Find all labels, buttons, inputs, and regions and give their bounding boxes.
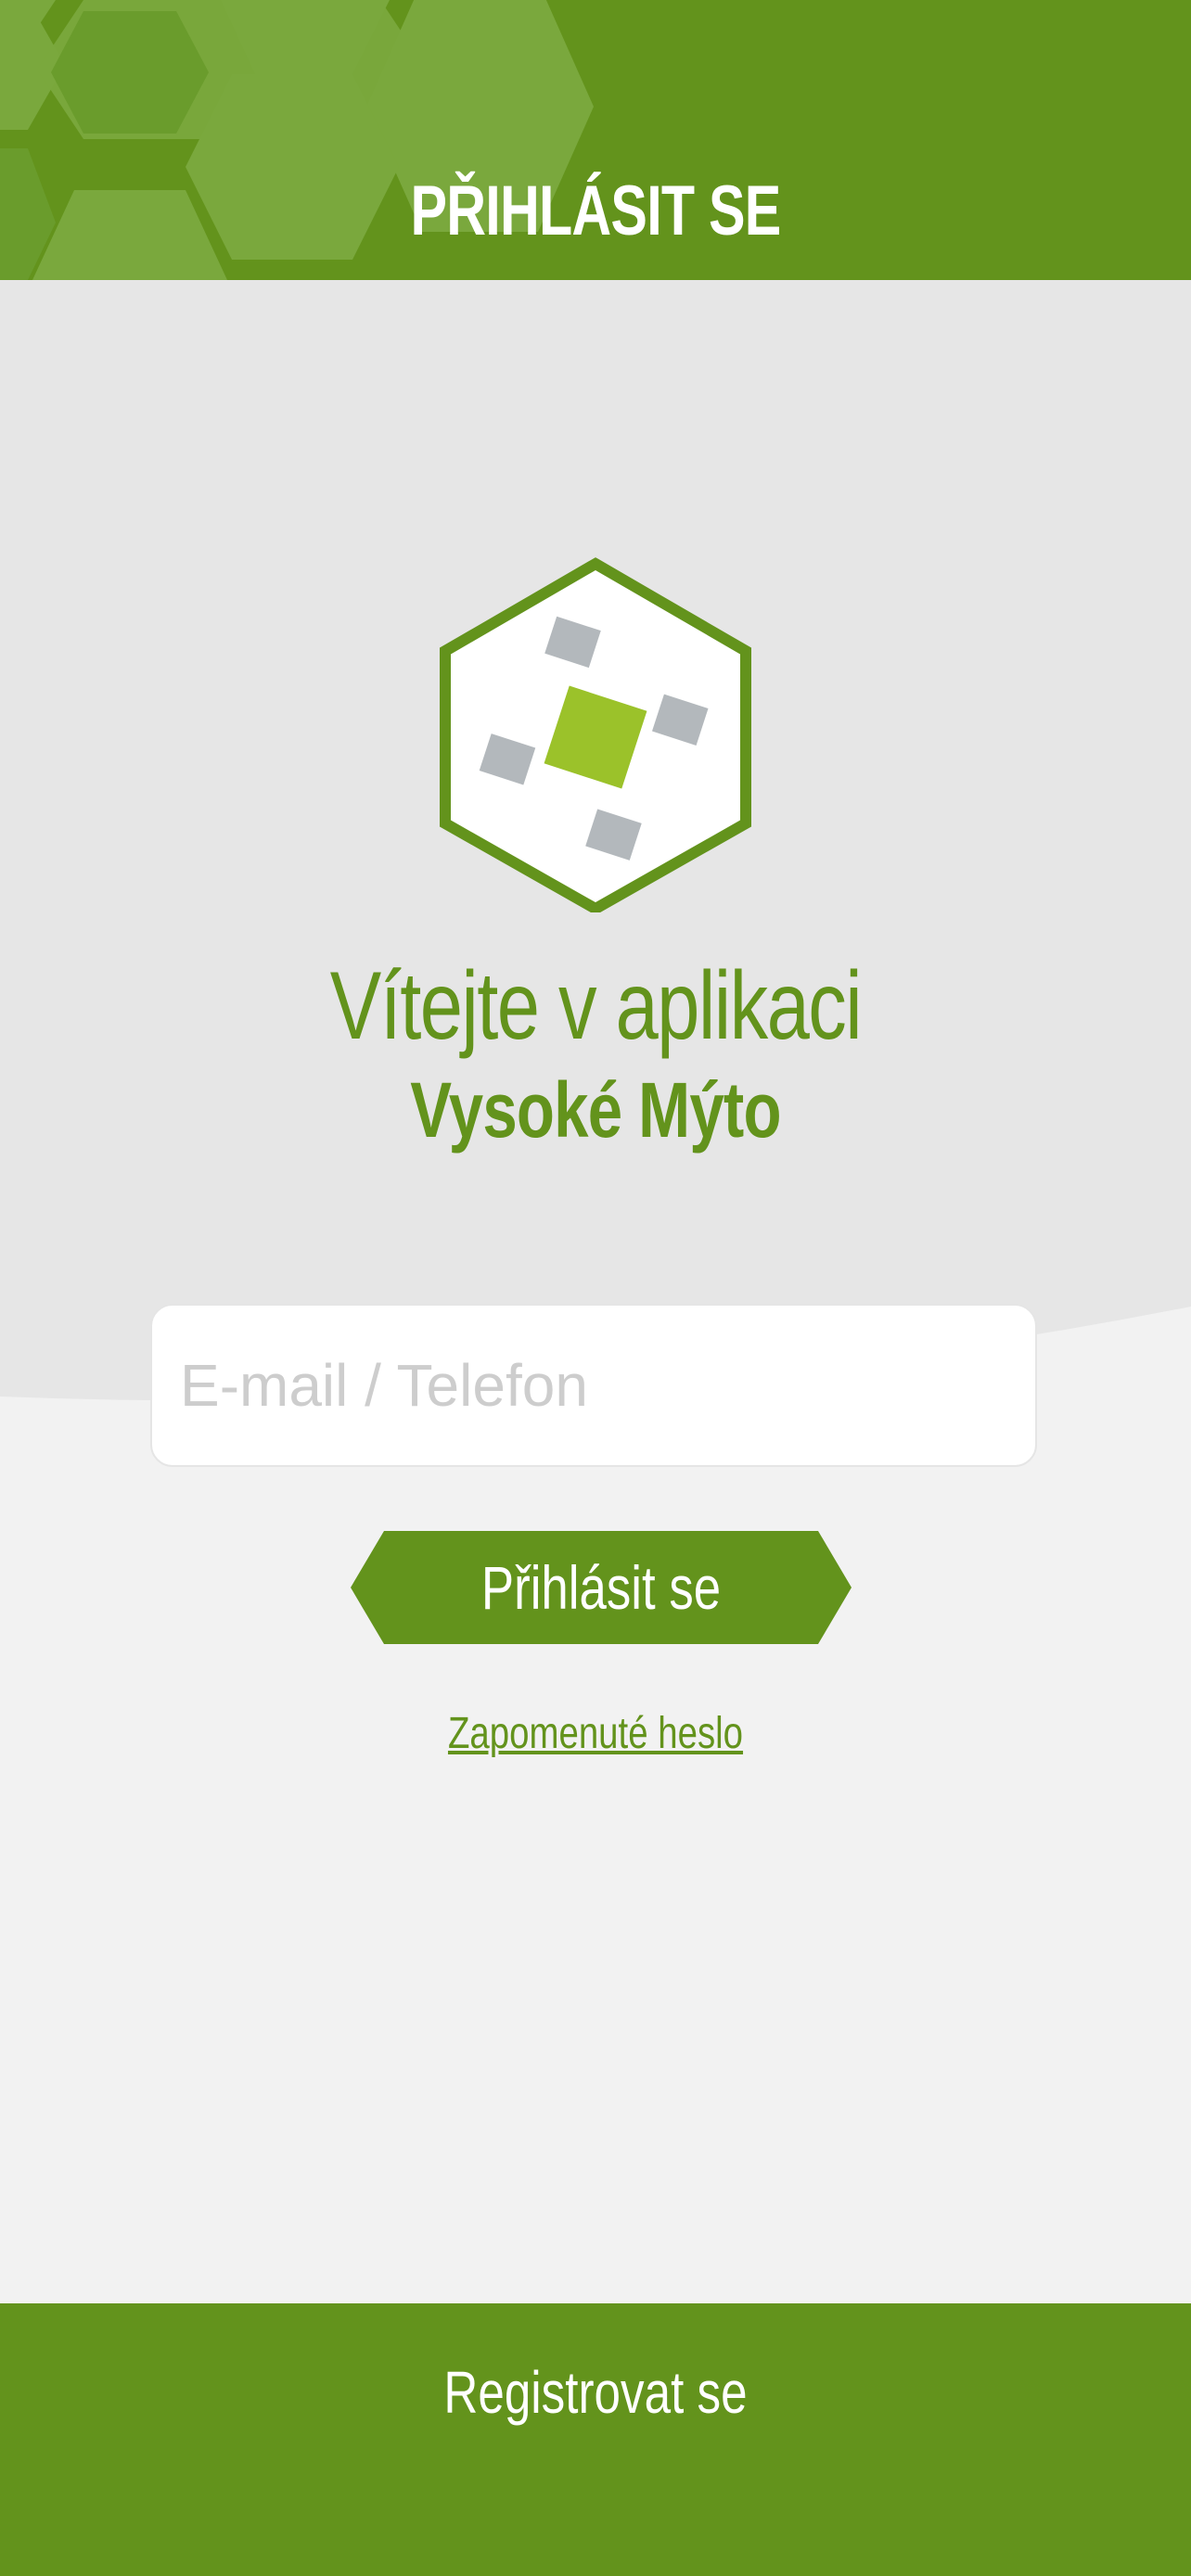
email-phone-input[interactable] xyxy=(150,1304,1037,1467)
login-button[interactable]: Přihlásit se xyxy=(351,1531,852,1644)
page-title: PŘIHLÁSIT SE xyxy=(410,172,781,250)
welcome-heading: Vítejte v aplikaci xyxy=(329,952,863,1060)
app-name: Vysoké Mýto xyxy=(410,1066,781,1154)
register-button[interactable]: Registrovat se xyxy=(317,2341,874,2443)
hexagon-drone-logo-icon xyxy=(440,557,751,912)
forgot-password-link[interactable]: Zapomenuté heslo xyxy=(119,1704,1071,1764)
header-bar: PŘIHLÁSIT SE xyxy=(0,0,1191,280)
login-button-label: Přihlásit se xyxy=(480,1553,722,1622)
register-button-label: Registrovat se xyxy=(443,2359,748,2426)
